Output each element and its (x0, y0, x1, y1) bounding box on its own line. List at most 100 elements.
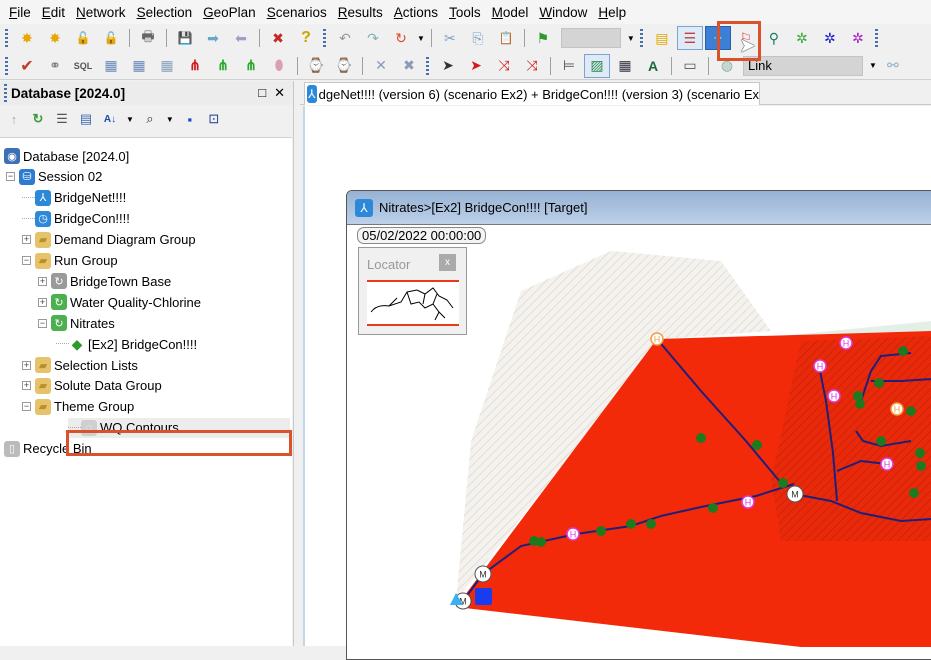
select-pointer-icon[interactable]: ➤ (435, 54, 461, 78)
sort-dropdown-icon[interactable]: ▼ (126, 115, 134, 124)
expand-icon[interactable]: + (38, 297, 47, 307)
find-time-icon[interactable]: ⌚ (303, 54, 329, 78)
zone-icon[interactable]: ⬮ (266, 54, 292, 78)
menu-window[interactable]: Window (536, 5, 595, 20)
tree-structure-icon[interactable]: ▪ (180, 109, 200, 129)
undo-icon[interactable]: ↶ (332, 26, 358, 50)
grid-select-icon[interactable]: ▦ (612, 54, 638, 78)
print-icon[interactable]: 🖶 (135, 26, 161, 50)
refresh-icon[interactable]: ↻ (28, 109, 48, 129)
menu-scenarios[interactable]: Scenarios (264, 5, 335, 20)
expand-icon[interactable]: + (38, 276, 47, 286)
validate-check-icon[interactable]: ✔ (14, 54, 40, 78)
globe-icon[interactable]: ◍ (714, 54, 740, 78)
tree-item[interactable]: ◆ [Ex2] BridgeCon!!!! (56, 334, 197, 354)
redo-icon[interactable]: ↷ (360, 26, 386, 50)
collapse-icon[interactable]: − (22, 256, 31, 265)
toolbar-grip[interactable] (639, 29, 643, 47)
tree-item[interactable]: ⅄ BridgeNet!!!! (22, 188, 126, 208)
object-type-combo-arrow-icon[interactable]: ▼ (869, 61, 877, 70)
menu-results[interactable]: Results (335, 5, 391, 20)
menu-help[interactable]: Help (595, 5, 634, 20)
new-theme-icon[interactable]: ▤ (649, 26, 675, 50)
redo-alt-icon[interactable]: ↻ (388, 26, 414, 50)
blue-gear-icon[interactable]: ✲ (817, 26, 843, 50)
tree-item[interactable]: + ▰ Solute Data Group (22, 376, 162, 396)
toolbar-grip[interactable] (323, 29, 326, 47)
trace-green-icon[interactable]: ⋔ (210, 54, 236, 78)
find-binoculars-icon[interactable]: ⌕ (140, 109, 160, 129)
validate-bug-icon[interactable]: ✖ (265, 26, 291, 50)
scenario-combo-arrow-icon[interactable]: ▼ (627, 34, 635, 43)
properties-icon[interactable]: ☰ (52, 109, 72, 129)
tree-item[interactable]: + ↻ Water Quality-Chlorine (38, 292, 201, 312)
tree-item[interactable]: ▯ Recycle Bin (4, 439, 92, 459)
flag-icon[interactable]: ⚑ (530, 26, 556, 50)
grid-icon[interactable]: ▦ (98, 54, 124, 78)
copy-icon[interactable]: ⎘ (465, 26, 491, 50)
trace-mixed-icon[interactable]: ⋔ (238, 54, 264, 78)
unlock-alt-icon[interactable]: 🔓 (98, 26, 124, 50)
layer-control-button[interactable]: ⁘ (704, 26, 731, 50)
locator-close-button[interactable]: x (439, 254, 456, 271)
tree-item[interactable]: ◉ Database [2024.0] (4, 146, 129, 166)
menu-geoplan[interactable]: GeoPlan (200, 5, 264, 20)
sql-icon[interactable]: SQL (70, 54, 96, 78)
select-trace-icon[interactable]: ⤨ (519, 54, 545, 78)
properties-list-icon[interactable]: ☰ (676, 26, 703, 50)
collapse-icon[interactable]: − (38, 318, 47, 328)
restore-icon[interactable]: □ (258, 85, 266, 101)
tree-item[interactable]: + ↻ BridgeTown Base (38, 271, 171, 291)
graph-select-icon[interactable]: ▨ (584, 53, 610, 78)
grid-graph-icon[interactable]: ▦ (154, 54, 180, 78)
up-arrow-icon[interactable]: ↑ (4, 109, 24, 129)
label-select-icon[interactable]: A (640, 54, 666, 78)
cut-icon[interactable]: ✂ (437, 26, 463, 50)
new-icon[interactable]: ✸ (14, 26, 40, 50)
paste-icon[interactable]: 📋 (493, 26, 519, 50)
unlock-icon[interactable]: 🔓 (70, 26, 96, 50)
delete-icon[interactable]: ✕ (368, 54, 394, 78)
expand-icon[interactable]: + (22, 381, 31, 391)
save-icon[interactable]: 💾 (172, 26, 198, 50)
grid-view-icon[interactable]: ▦ (126, 54, 152, 78)
connect-icon[interactable]: ⚭ (42, 54, 68, 78)
menu-tools[interactable]: Tools (446, 5, 489, 20)
tree-item[interactable]: + ▰ Selection Lists (22, 355, 138, 375)
pin-icon[interactable]: ⚲ (761, 26, 787, 50)
tree-item[interactable]: ◌ WQ Contours (68, 417, 290, 438)
toolbar-grip[interactable] (5, 29, 8, 47)
collapse-icon[interactable]: − (6, 172, 15, 182)
document-tab[interactable]: ⅄ dgeNet!!!! (version 6) (scenario Ex2) … (304, 82, 760, 105)
trace-red-icon[interactable]: ⋔ (182, 54, 208, 78)
xy-time-icon[interactable]: ⌚ (331, 54, 357, 78)
select-polygon-icon[interactable]: ➤ (463, 54, 489, 78)
sort-view-icon[interactable]: ▤ (76, 109, 96, 129)
ruler-icon[interactable]: ▭ (677, 54, 703, 78)
select-link-icon[interactable]: ⤨ (491, 54, 517, 78)
toolbar-grip[interactable] (426, 56, 429, 75)
window-find-icon[interactable]: ⊡ (204, 109, 224, 129)
dropdown-arrow-icon[interactable]: ▼ (417, 34, 425, 43)
new-child-icon[interactable]: ✸ (42, 26, 68, 50)
help-icon[interactable]: ? (293, 26, 319, 50)
menu-network[interactable]: Network (73, 5, 134, 20)
close-icon[interactable]: ✕ (274, 85, 285, 101)
menu-model[interactable]: Model (489, 5, 537, 20)
panel-grip[interactable] (4, 84, 7, 102)
menu-actions[interactable]: Actions (391, 5, 446, 20)
toolbar-grip[interactable] (874, 29, 878, 47)
measure-icon[interactable]: ⊨ (556, 54, 582, 78)
revert-icon[interactable]: ⬅ (228, 26, 254, 50)
toolbar-grip[interactable] (5, 56, 8, 75)
tree-item[interactable]: ◷ BridgeCon!!!! (22, 209, 130, 229)
tree-item[interactable]: − ↻ Nitrates (38, 313, 115, 333)
tree-item[interactable]: + ▰ Demand Diagram Group (22, 230, 196, 250)
expand-icon[interactable]: + (22, 360, 31, 370)
sort-az-icon[interactable]: A↓ (100, 109, 120, 129)
commit-icon[interactable]: ➡ (200, 26, 226, 50)
menu-edit[interactable]: Edit (39, 5, 73, 20)
tree-item[interactable]: − ▰ Run Group (22, 251, 118, 271)
tree-item[interactable]: − ▰ Theme Group (22, 397, 134, 417)
network-tool-icon[interactable]: ⚯ (880, 54, 906, 78)
